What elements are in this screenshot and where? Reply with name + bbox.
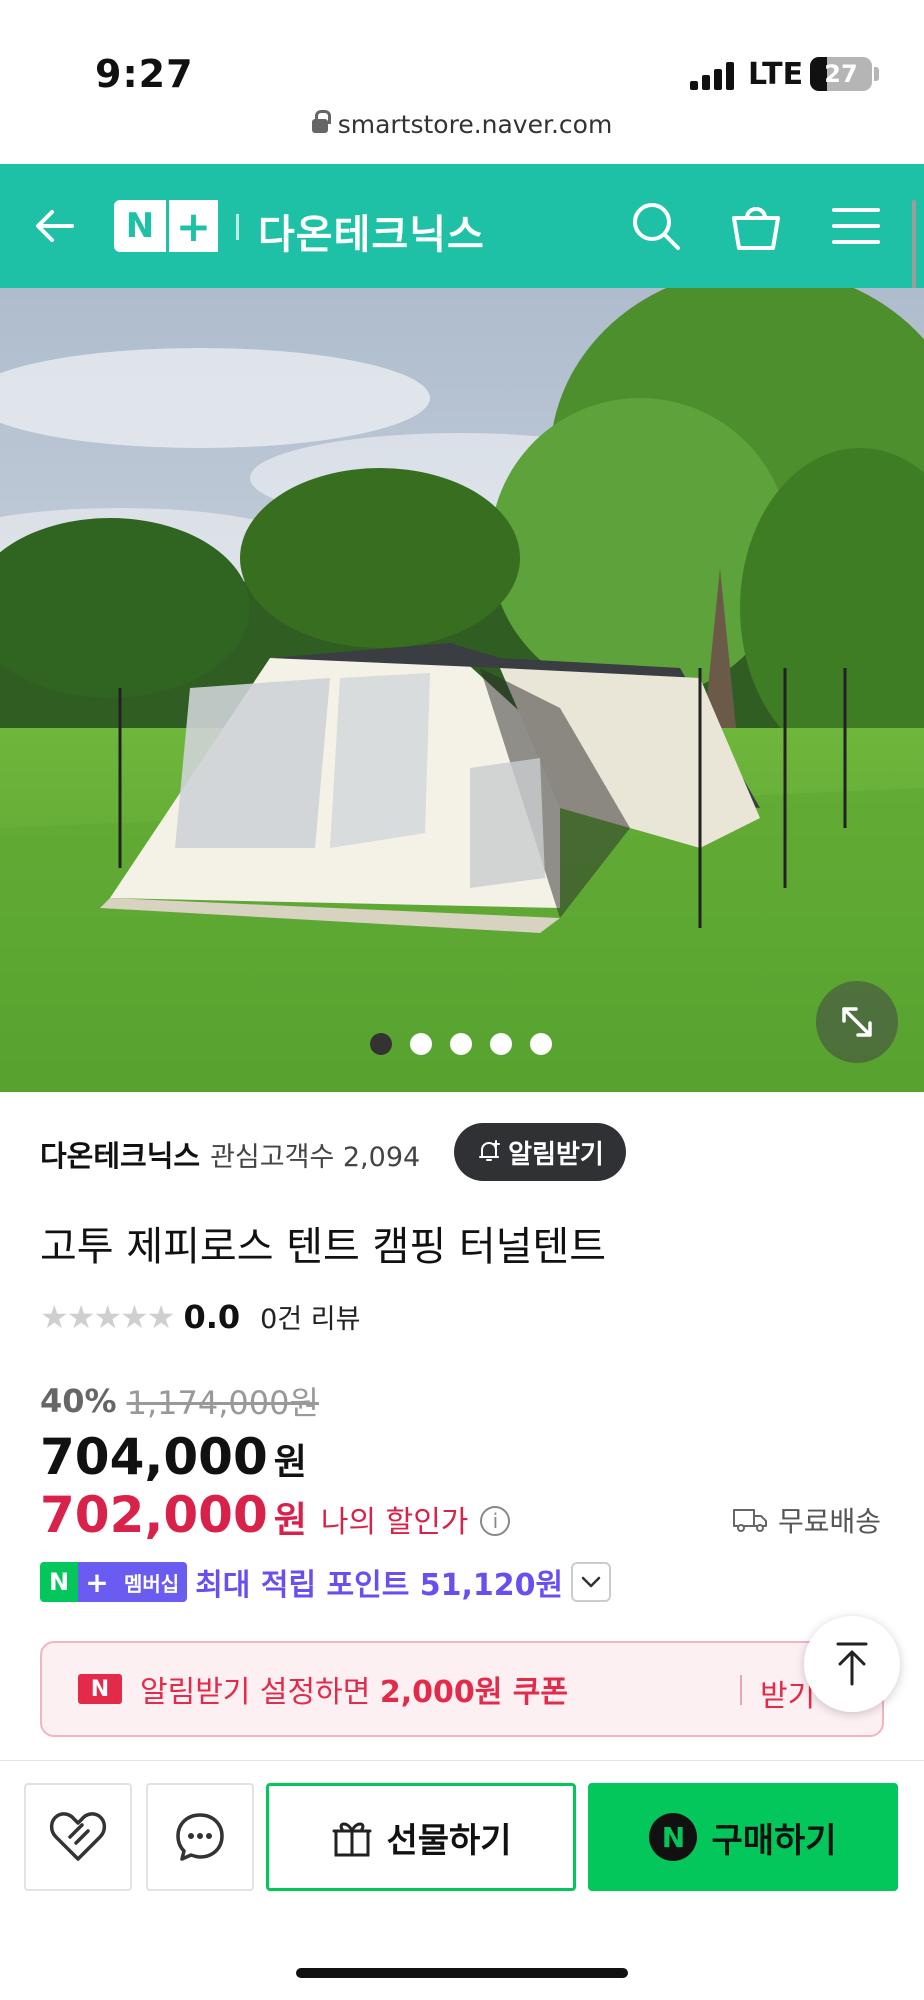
cellular-signal-icon [690,62,738,90]
my-price-label: 나의 할인가 [320,1505,469,1540]
gallery-dot[interactable] [530,1033,552,1055]
coupon-message-prefix: 알림받기 설정하면 [140,1675,380,1710]
gallery-dot[interactable] [410,1033,432,1055]
product-title: 고투 제피로스 텐트 캠핑 터널텐트 [40,1224,607,1270]
membership-points-row[interactable]: N + 멤버십 최대 적립 포인트 51,120원 [40,1560,612,1604]
lock-icon [311,110,331,133]
gallery-dots [370,1033,552,1055]
membership-badge-n: N [40,1562,78,1602]
coupon-banner[interactable]: N 알림받기 설정하면 2,000원 쿠폰 받기 [40,1641,884,1737]
discount-rate: 40% [40,1382,117,1420]
truck-icon [733,1509,767,1532]
membership-badge: N + 멤버십 [40,1562,188,1602]
coupon-amount: 2,000원 쿠폰 [379,1675,569,1710]
gallery-dot[interactable] [450,1033,472,1055]
info-icon[interactable]: i [480,1506,511,1536]
sale-price-unit: 원 [273,1442,307,1483]
home-indicator[interactable] [296,1968,628,1978]
scroll-to-top-button[interactable] [804,1616,900,1712]
gift-button[interactable]: 선물하기 [266,1783,576,1891]
bottom-action-bar: 선물하기 N 구매하기 [0,1760,924,2000]
rating-score: 0.0 [183,1297,241,1336]
store-name[interactable]: 다온테크닉스 [40,1133,200,1175]
original-price: 1,174,000원 [126,1384,319,1422]
battery-percent: 27 [824,60,858,88]
gift-icon [332,1822,372,1857]
nav-divider [236,214,239,240]
wishlist-button[interactable] [24,1783,132,1891]
sale-price-amount: 704,000 [40,1428,268,1486]
status-bar: 9:27 LTE 27 [0,0,924,118]
review-count[interactable]: 0건 리뷰 [260,1297,360,1336]
url-text: smartstore.naver.com [337,110,613,139]
shopping-bag-icon[interactable] [728,198,784,254]
sale-price: 704,000 원 [40,1428,307,1486]
chevron-down-icon[interactable] [571,1562,612,1602]
alarm-subscribe-button[interactable]: 알림받기 [454,1123,626,1181]
star-rating-icon: ★★★★★ [40,1297,175,1336]
battery-cap [874,67,879,81]
menu-icon[interactable] [828,198,884,254]
search-icon[interactable] [628,198,684,254]
naver-n-badge: N [78,1674,122,1704]
page-root: 9:27 LTE 27 smartstore.naver.com N + 다온테… [0,0,924,2000]
rating-row[interactable]: ★★★★★ 0.0 0건 리뷰 [40,1297,360,1336]
membership-badge-label: 멤버십 [116,1562,188,1602]
shipping-label: 무료배송 [778,1505,882,1538]
membership-badge-plus: + [78,1562,116,1602]
logo-n: N [125,206,155,246]
discount-row: 40% 1,174,000원 [40,1378,319,1424]
product-image[interactable] [0,288,924,1092]
clock-time: 9:27 [95,52,194,96]
coupon-divider [740,1675,742,1705]
shipping-info: 무료배송 [732,1500,881,1540]
my-price-amount: 702,000 [40,1486,268,1544]
interest-count: 관심고객수 2,094 [210,1141,421,1173]
address-bar[interactable]: smartstore.naver.com [0,110,924,139]
max-points-text: 최대 적립 포인트 51,120원 [195,1568,564,1603]
store-info-row: 다온테크닉스 관심고객수 2,094 [40,1124,420,1184]
logo-plus: + [166,200,218,252]
bell-plus-icon [479,1140,501,1161]
buy-button[interactable]: N 구매하기 [588,1783,898,1891]
buy-button-label: 구매하기 [711,1820,837,1861]
alarm-button-label: 알림받기 [508,1139,604,1170]
coupon-message: 알림받기 설정하면 2,000원 쿠폰 [140,1667,568,1711]
store-header: N + 다온테크닉스 [0,164,924,288]
gallery-dot[interactable] [370,1033,392,1055]
my-price-unit: 원 [273,1500,307,1541]
back-arrow-icon[interactable] [30,200,82,252]
naver-plus-logo[interactable]: N + [114,200,218,252]
gallery-dot[interactable] [490,1033,512,1055]
heart-link-icon [49,1812,107,1861]
talk-button[interactable] [146,1783,254,1891]
my-discount-price: 702,000 원 나의 할인가 i [40,1486,511,1544]
chat-bubble-icon [176,1813,224,1861]
store-name-link[interactable]: 다온테크닉스 [258,202,485,260]
gift-button-label: 선물하기 [386,1820,512,1861]
arrow-up-icon [836,1642,868,1686]
naver-pay-n-icon: N [649,1813,698,1861]
network-type: LTE [748,57,804,92]
expand-icon[interactable] [816,981,898,1063]
battery-icon: 27 [810,57,872,91]
